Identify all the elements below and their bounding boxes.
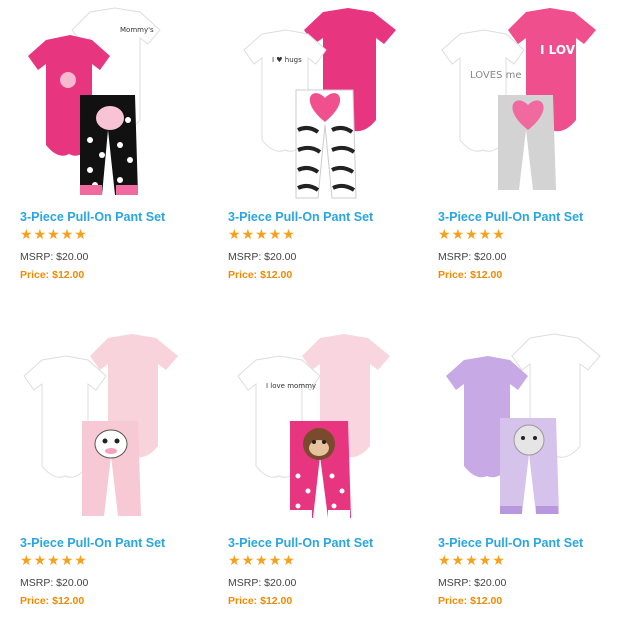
star-icon: ★	[478, 553, 492, 569]
star-icon: ★	[47, 227, 60, 243]
star-icon: ★	[282, 227, 295, 243]
star-icon: ★	[268, 553, 282, 569]
rating-stars: ★ ★ ★ ★ ★	[228, 554, 418, 568]
onesie-print-text: I LOVE	[540, 43, 583, 57]
star-icon: ★	[478, 227, 492, 243]
product-card[interactable]: 3-Piece Pull-On Pant Set ★ ★ ★ ★ ★ MSRP: $20…	[20, 326, 210, 607]
star-icon: ★	[492, 553, 505, 569]
msrp-price: MSRP: $20.00	[20, 577, 89, 589]
star-icon: ★	[451, 553, 465, 569]
product-title[interactable]: 3-Piece Pull-On Pant Set	[438, 536, 628, 550]
star-icon: ★	[228, 227, 241, 243]
product-card[interactable]: I love mommy 3-Piece Pull-On Pant Set ★ ★…	[228, 326, 418, 607]
product-title[interactable]: 3-Piece Pull-On Pant Set	[438, 210, 628, 224]
onesie-print-text: LOVES me	[470, 70, 522, 81]
onesie-print-text: I love mommy	[266, 382, 316, 390]
star-icon: ★	[60, 553, 74, 569]
product-image[interactable]: I ♥ hugs	[228, 0, 418, 210]
sale-price: Price: $12.00	[20, 595, 85, 607]
star-icon: ★	[60, 227, 74, 243]
star-icon: ★	[438, 227, 451, 243]
star-icon: ★	[33, 553, 47, 569]
product-card[interactable]: 3-Piece Pull-On Pant Set ★ ★ ★ ★ ★ MSRP: $20…	[438, 326, 628, 607]
star-icon: ★	[241, 553, 255, 569]
star-icon: ★	[465, 227, 478, 243]
star-icon: ★	[255, 227, 268, 243]
product-image[interactable]	[438, 326, 628, 536]
star-icon: ★	[47, 553, 60, 569]
rating-stars: ★ ★ ★ ★ ★	[438, 554, 628, 568]
sale-price: Price: $12.00	[228, 595, 293, 607]
msrp-price: MSRP: $20.00	[20, 251, 89, 263]
rating-stars: ★ ★ ★ ★ ★	[438, 228, 628, 242]
star-icon: ★	[20, 553, 33, 569]
product-title[interactable]: 3-Piece Pull-On Pant Set	[20, 536, 210, 550]
star-icon: ★	[268, 227, 282, 243]
onesie-print-text: I ♥ hugs	[272, 56, 302, 64]
msrp-price: MSRP: $20.00	[438, 251, 507, 263]
rating-stars: ★ ★ ★ ★ ★	[20, 228, 210, 242]
product-title[interactable]: 3-Piece Pull-On Pant Set	[228, 536, 418, 550]
msrp-price: MSRP: $20.00	[438, 577, 507, 589]
star-icon: ★	[282, 553, 295, 569]
sale-price: Price: $12.00	[438, 595, 503, 607]
onesie-print-text: Mommy's	[120, 26, 154, 34]
star-icon: ★	[465, 553, 478, 569]
product-title[interactable]: 3-Piece Pull-On Pant Set	[20, 210, 210, 224]
sale-price: Price: $12.00	[20, 269, 85, 281]
star-icon: ★	[228, 553, 241, 569]
product-image[interactable]	[20, 326, 210, 536]
product-image[interactable]: Mommy's	[20, 0, 210, 210]
product-image[interactable]: I LOVE LOVES me	[438, 0, 628, 210]
rating-stars: ★ ★ ★ ★ ★	[228, 228, 418, 242]
star-icon: ★	[20, 227, 33, 243]
rating-stars: ★ ★ ★ ★ ★	[20, 554, 210, 568]
star-icon: ★	[74, 227, 87, 243]
product-image[interactable]: I love mommy	[228, 326, 418, 536]
star-icon: ★	[438, 553, 451, 569]
star-icon: ★	[492, 227, 505, 243]
msrp-price: MSRP: $20.00	[228, 577, 297, 589]
product-card[interactable]: I LOVE LOVES me 3-Piece Pull-On Pant Set…	[438, 0, 628, 281]
msrp-price: MSRP: $20.00	[228, 251, 297, 263]
star-icon: ★	[33, 227, 47, 243]
star-icon: ★	[74, 553, 87, 569]
star-icon: ★	[451, 227, 465, 243]
sale-price: Price: $12.00	[438, 269, 503, 281]
product-card[interactable]: I ♥ hugs 3-Piece Pull-On Pant Set ★ ★ ★ ★ ★ …	[228, 0, 418, 281]
product-title[interactable]: 3-Piece Pull-On Pant Set	[228, 210, 418, 224]
product-card[interactable]: Mommy's 3-Piece Pull-On Pant Set ★ ★ ★ ★ ★ M…	[20, 0, 210, 281]
star-icon: ★	[241, 227, 255, 243]
star-icon: ★	[255, 553, 268, 569]
sale-price: Price: $12.00	[228, 269, 293, 281]
product-grid: Mommy's 3-Piece Pull-On Pant Set ★ ★ ★ ★ ★ M…	[0, 0, 640, 631]
